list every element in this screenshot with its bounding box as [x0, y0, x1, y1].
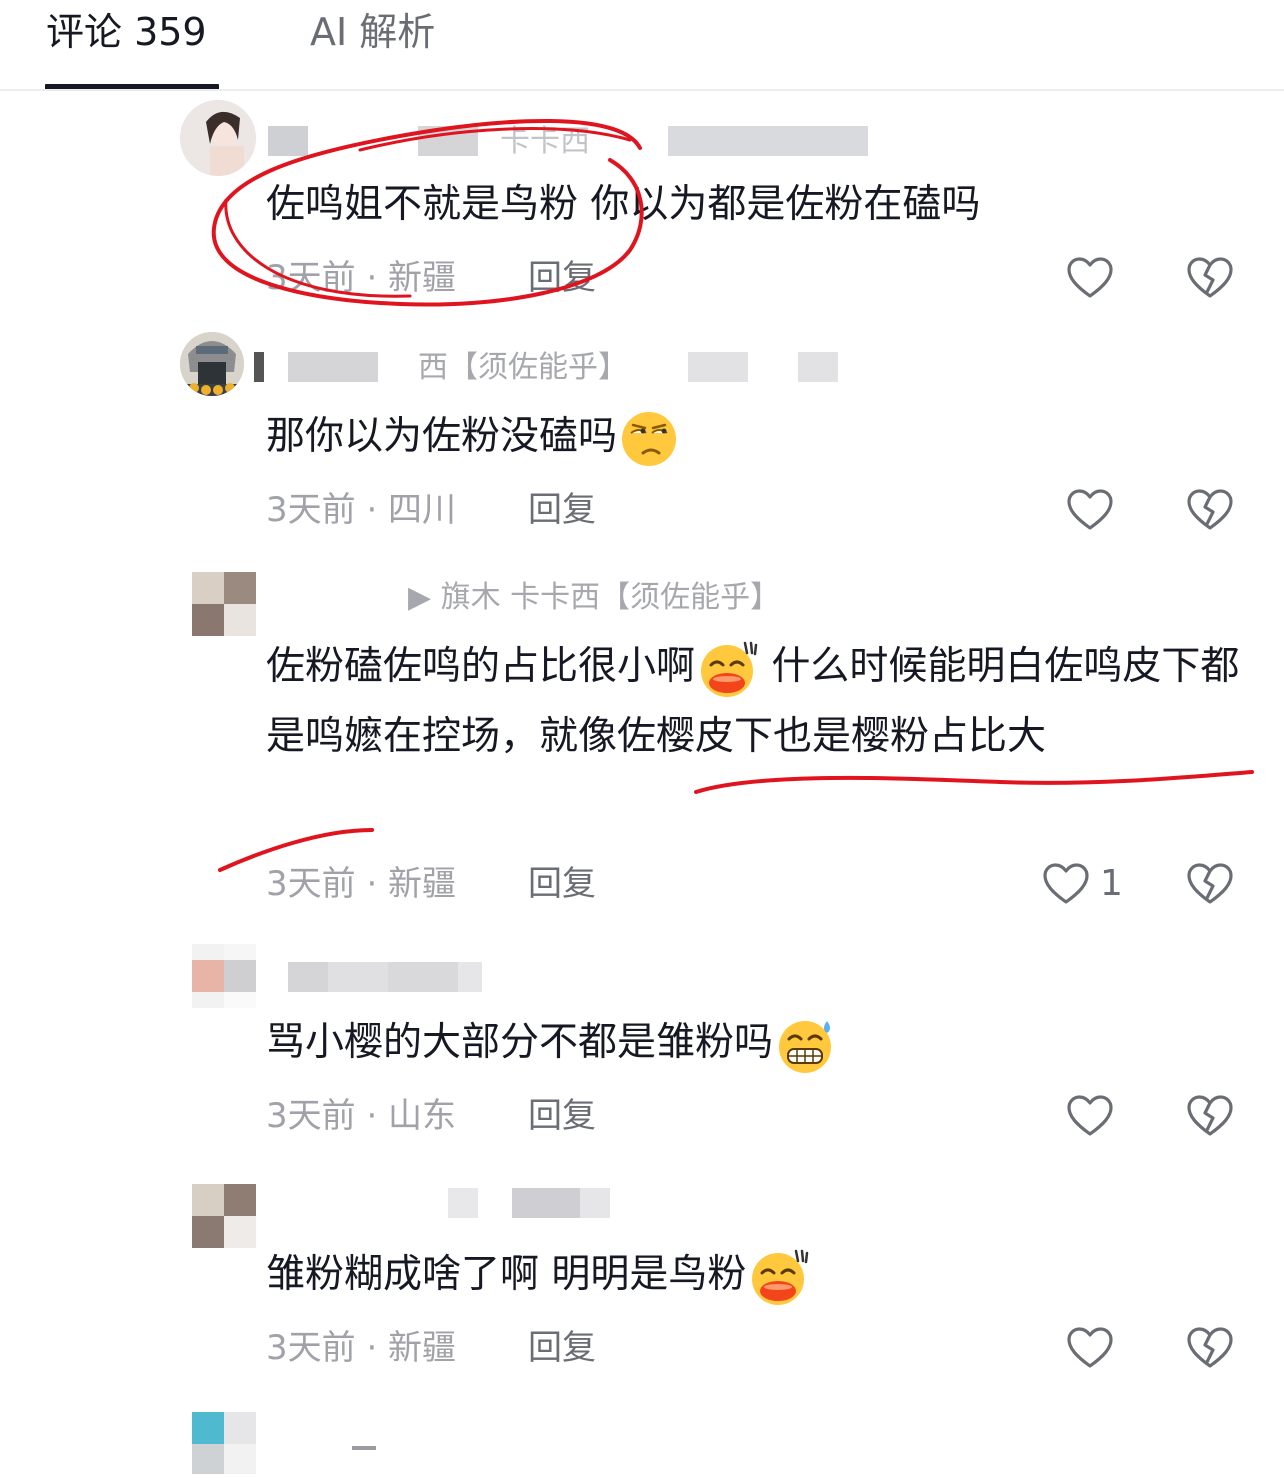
like-heart-icon[interactable]: [1066, 256, 1114, 300]
like-count: 1: [1100, 863, 1123, 904]
avatar[interactable]: [180, 332, 244, 396]
avatar-blurred[interactable]: [192, 572, 256, 636]
comment-text: 佐鸣姐不就是鸟粉 你以为都是佐粉在磕吗: [266, 182, 981, 227]
comment-meta: 3天前 · 新疆: [266, 864, 457, 904]
comment-text-body: 那你以为佐粉没磕吗: [266, 414, 618, 459]
dislike-broken-heart-icon[interactable]: [1186, 862, 1234, 906]
username-blurred[interactable]: ▶ 旗木 卡卡西【须佐能乎】: [268, 578, 888, 618]
dislike-broken-heart-icon[interactable]: [1186, 488, 1234, 532]
comment-text-body: 雏粉糊成啥了啊 明明是鸟粉: [266, 1252, 747, 1297]
avatar-blurred[interactable]: [192, 1412, 256, 1474]
username-blurred[interactable]: 卡卡西: [268, 122, 868, 162]
reply-button[interactable]: 回复: [528, 862, 596, 906]
comment-meta: 3天前 · 四川: [266, 490, 457, 530]
comment-meta: 3天前 · 山东: [266, 1096, 457, 1136]
reply-button[interactable]: 回复: [528, 256, 596, 300]
reply-button[interactable]: 回复: [528, 1326, 596, 1370]
like-heart-icon[interactable]: [1066, 1094, 1114, 1138]
comment-text: 佐粉磕佐鸣的占比很小啊 什么时候能明白佐鸣皮下都是鸣嬷在控场，就像佐樱皮下也是樱…: [266, 632, 1246, 772]
dislike-broken-heart-icon[interactable]: [1186, 1094, 1234, 1138]
dislike-broken-heart-icon[interactable]: [1186, 256, 1234, 300]
smug-laugh-emoji: [697, 639, 759, 699]
comment-tabs: 评论 359 AI 解析: [0, 0, 1284, 90]
avatar-blurred[interactable]: [192, 944, 256, 1008]
comment-text: 雏粉糊成啥了啊 明明是鸟粉: [266, 1240, 1246, 1310]
username-blurred[interactable]: [268, 1438, 388, 1478]
comment-meta: 3天前 · 新疆: [266, 1328, 457, 1368]
dislike-broken-heart-icon[interactable]: [1186, 1326, 1234, 1370]
like-heart-icon[interactable]: [1066, 1326, 1114, 1370]
like-heart-icon[interactable]: [1066, 488, 1114, 532]
comment-text-body: 佐粉磕佐鸣的占比很小啊: [266, 644, 696, 689]
reply-button[interactable]: 回复: [528, 488, 596, 532]
smug-laugh-emoji: [748, 1247, 810, 1307]
rolling-eyes-emoji: [619, 409, 679, 469]
tab-ai-analysis[interactable]: AI 解析: [310, 6, 435, 58]
username-blurred[interactable]: 西【须佐能乎】: [254, 348, 868, 388]
reply-button[interactable]: 回复: [528, 1094, 596, 1138]
comment-text-body: 骂小樱的大部分不都是雏粉吗: [266, 1020, 774, 1065]
avatar-blurred[interactable]: [192, 1184, 256, 1248]
username-blurred[interactable]: [268, 958, 508, 998]
tabs-divider: [0, 89, 1284, 91]
comment-meta: 3天前 · 新疆: [266, 258, 457, 298]
grin-sweat-emoji: [775, 1015, 837, 1075]
username-blurred[interactable]: [268, 1184, 628, 1224]
like-heart-icon[interactable]: [1042, 862, 1090, 906]
tab-comments[interactable]: 评论 359: [46, 6, 207, 58]
comment-text: 那你以为佐粉没磕吗: [266, 402, 1246, 472]
avatar[interactable]: [180, 100, 256, 176]
comment-text: 骂小樱的大部分不都是雏粉吗: [266, 1008, 1246, 1078]
